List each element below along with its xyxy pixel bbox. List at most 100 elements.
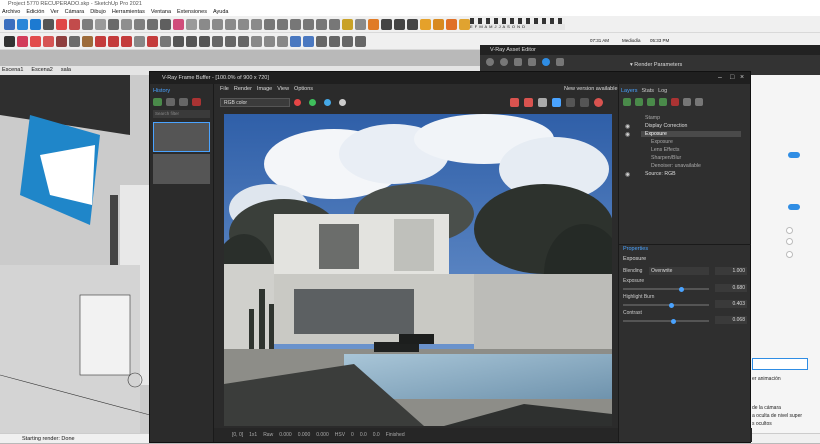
exposure-value-input[interactable]: 0.680 — [715, 284, 747, 292]
layer-exposure[interactable]: Exposure — [651, 139, 673, 145]
save-layers-icon[interactable] — [647, 98, 655, 106]
view-right-icon[interactable] — [225, 18, 236, 30]
add-layer-icon[interactable] — [623, 98, 631, 106]
slider-knob[interactable] — [669, 302, 674, 308]
vfb-menu-options[interactable]: Options — [294, 86, 313, 95]
camera-icon[interactable] — [160, 18, 171, 30]
blue-channel-icon[interactable] — [324, 99, 331, 106]
slider-knob[interactable] — [671, 318, 676, 324]
layer-source-rgb[interactable]: Source: RGB — [645, 171, 676, 177]
view-back-icon[interactable] — [238, 18, 249, 30]
zoom-icon[interactable] — [186, 35, 197, 47]
color-mode[interactable]: HSV — [335, 428, 345, 442]
push-pull-icon[interactable] — [82, 18, 93, 30]
menu-ayuda[interactable]: Ayuda — [213, 8, 229, 16]
lights-icon[interactable] — [500, 58, 508, 66]
select-tool-icon[interactable] — [4, 18, 15, 30]
house-icon[interactable] — [329, 35, 340, 47]
pencil-icon[interactable] — [30, 35, 41, 47]
view-top-icon[interactable] — [199, 18, 210, 30]
menu-archivo[interactable]: Archivo — [2, 8, 20, 16]
layer-denoiser[interactable]: Denoiser: unavailable — [651, 163, 701, 169]
textures-icon[interactable] — [528, 58, 536, 66]
tab-layers[interactable]: Layers — [621, 88, 638, 94]
view-front-icon[interactable] — [212, 18, 223, 30]
drape-icon[interactable] — [277, 35, 288, 47]
axes-icon[interactable] — [147, 18, 158, 30]
minimize-icon[interactable]: – — [718, 72, 722, 84]
menu-ventana[interactable]: Ventana — [151, 8, 171, 16]
vfb-menu-image[interactable]: Image — [257, 86, 272, 95]
slider-knob[interactable] — [679, 286, 684, 292]
toggle-switch[interactable] — [788, 152, 800, 158]
zoom-level[interactable]: 1x1 — [249, 428, 257, 442]
close-icon[interactable]: × — [740, 72, 744, 84]
contrast-slider[interactable] — [623, 318, 709, 324]
redo-icon[interactable] — [69, 18, 80, 30]
lightbulb-icon[interactable] — [420, 18, 431, 30]
rotate-icon[interactable] — [108, 35, 119, 47]
rectangle-icon[interactable] — [56, 35, 67, 47]
house-icon[interactable] — [316, 35, 327, 47]
look-around-icon[interactable] — [238, 35, 249, 47]
rendered-image[interactable] — [224, 114, 612, 426]
shaded-icon[interactable] — [303, 18, 314, 30]
scale-icon[interactable] — [121, 35, 132, 47]
wireframe-icon[interactable] — [277, 18, 288, 30]
menu-edicion[interactable]: Edición — [26, 8, 44, 16]
circle-icon[interactable] — [69, 35, 80, 47]
eye-icon[interactable]: ◉ — [625, 131, 630, 138]
scene-tab-3[interactable]: sala — [61, 66, 71, 75]
view-iso-icon[interactable] — [186, 18, 197, 30]
menu-camara[interactable]: Cámara — [65, 8, 85, 16]
eye-icon[interactable]: ◉ — [625, 123, 630, 130]
input-field[interactable] — [752, 358, 808, 370]
vfb-menu-file[interactable]: File — [220, 86, 229, 95]
house-icon[interactable] — [355, 35, 366, 47]
text-icon[interactable] — [134, 18, 145, 30]
layer-stamp[interactable]: Stamp — [645, 115, 660, 121]
location-icon[interactable] — [368, 18, 379, 30]
geometry-icon[interactable] — [514, 58, 522, 66]
highlight-burn-value-input[interactable]: 0.403 — [715, 300, 747, 308]
ab-compare-icon[interactable] — [166, 98, 175, 106]
settings-gear-icon[interactable] — [542, 58, 550, 66]
hidden-line-icon[interactable] — [290, 18, 301, 30]
menu-dibujo[interactable]: Dibujo — [90, 8, 106, 16]
menu-herramientas[interactable]: Herramientas — [112, 8, 145, 16]
interactive-icon[interactable] — [580, 98, 589, 107]
xray-icon[interactable] — [264, 18, 275, 30]
green-channel-icon[interactable] — [309, 99, 316, 106]
textured-icon[interactable] — [316, 18, 327, 30]
stop-icon[interactable] — [594, 98, 603, 107]
follow-me-icon[interactable] — [134, 35, 145, 47]
region-render-icon[interactable] — [510, 98, 519, 107]
vfb-menu-render[interactable]: Render — [234, 86, 252, 95]
layer-exposure-selected[interactable]: Exposure — [641, 131, 741, 137]
eraser-icon[interactable] — [17, 35, 28, 47]
tape-icon[interactable] — [108, 18, 119, 30]
orbit-icon[interactable] — [43, 18, 54, 30]
teapot-icon[interactable] — [566, 98, 575, 107]
sketchup-viewport[interactable] — [0, 75, 150, 433]
copy-icon[interactable] — [538, 98, 547, 107]
tab-stats[interactable]: Stats — [642, 88, 655, 94]
warehouse-icon[interactable] — [290, 35, 301, 47]
menu-ver[interactable]: Ver — [50, 8, 58, 16]
vfb-menu-view[interactable]: View — [277, 86, 289, 95]
eye-icon[interactable]: ◉ — [625, 171, 630, 178]
house-icon[interactable] — [342, 35, 353, 47]
toggle-switch[interactable] — [788, 204, 800, 210]
dimension-icon[interactable] — [121, 18, 132, 30]
load-layers-icon[interactable] — [659, 98, 667, 106]
fog-icon[interactable] — [355, 18, 366, 30]
blending-mode-select[interactable]: Overwrite — [649, 267, 709, 275]
red-channel-icon[interactable] — [294, 99, 301, 106]
save-history-icon[interactable] — [153, 98, 162, 106]
paint-bucket-icon[interactable] — [82, 35, 93, 47]
component-icon[interactable] — [17, 18, 28, 30]
sandbox-icon[interactable] — [251, 35, 262, 47]
undo-icon[interactable] — [56, 18, 67, 30]
undo-icon[interactable] — [683, 98, 691, 106]
section-plane-icon[interactable] — [212, 35, 223, 47]
